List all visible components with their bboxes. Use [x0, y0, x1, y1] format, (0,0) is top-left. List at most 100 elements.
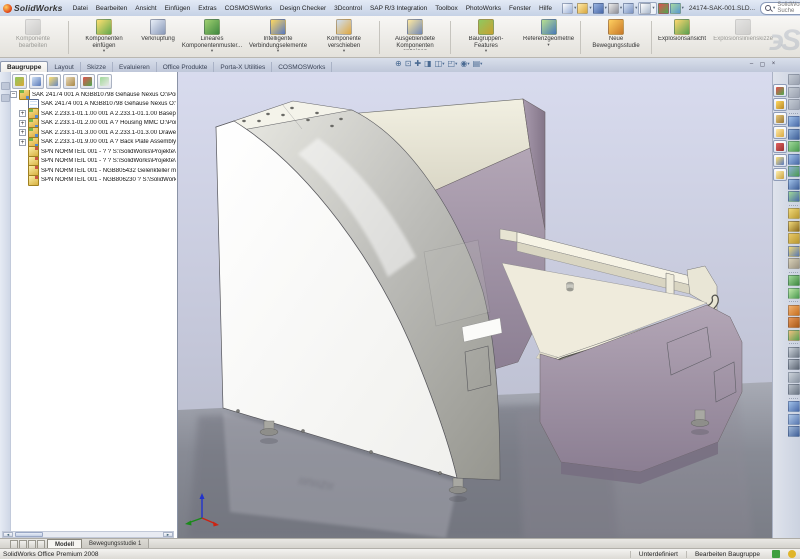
- expand-icon[interactable]: +: [19, 120, 26, 127]
- menu-einf-gen[interactable]: Einfügen: [161, 3, 195, 14]
- cmd-ausgeblendete-komponenten-anzeigen[interactable]: Ausgeblendete Komponenten anzeigen: [382, 18, 448, 51]
- filter-handle-icon[interactable]: [1, 94, 10, 102]
- zoom-fit-icon[interactable]: ⊕: [395, 59, 402, 68]
- chevron-down-icon[interactable]: ▾: [480, 61, 482, 67]
- display-style-icon[interactable]: ◰▾: [448, 59, 458, 68]
- menu-hilfe[interactable]: Hilfe: [535, 3, 556, 14]
- dimxpert-icon[interactable]: [63, 74, 78, 89]
- zoom-area-icon[interactable]: ⊡: [405, 59, 412, 68]
- tool-icon[interactable]: [788, 154, 800, 165]
- cmd-lineares-komponentenmuster-[interactable]: Lineares Komponentenmuster...▾: [179, 18, 245, 54]
- tool-icon[interactable]: [788, 275, 800, 286]
- tree-item[interactable]: SPN NORMTEIL 001 - NGB806230 ? S:\SolidW…: [10, 176, 176, 186]
- rebuild-traffic-light-icon[interactable]: [658, 3, 669, 14]
- tool-icon[interactable]: [788, 246, 800, 257]
- scroll-left-arrow[interactable]: ◄: [3, 532, 13, 537]
- graphics-viewport[interactable]: ıınıızıı: [178, 72, 772, 538]
- chevron-down-icon[interactable]: ▾: [620, 5, 622, 11]
- undo-icon[interactable]: ▾: [623, 3, 637, 14]
- configurationmanager-icon[interactable]: [46, 74, 61, 89]
- rebuild-status-icon[interactable]: [772, 550, 780, 558]
- tool-icon[interactable]: [788, 347, 800, 358]
- open-folder-icon[interactable]: ▾: [577, 3, 591, 14]
- cmd-komponente-verschieben[interactable]: Komponente verschieben▾: [311, 18, 377, 54]
- tool-icon[interactable]: [788, 414, 800, 425]
- chevron-down-icon[interactable]: ▾: [589, 5, 591, 11]
- chevron-down-icon[interactable]: ▾: [574, 5, 576, 11]
- tool-icon[interactable]: [788, 191, 800, 202]
- custom-properties-tab-icon[interactable]: [773, 168, 787, 181]
- chevron-down-icon[interactable]: ▾: [682, 5, 684, 11]
- menu-3dcontrol[interactable]: 3Dcontrol: [330, 3, 366, 14]
- scroll-right-arrow[interactable]: ►: [163, 532, 173, 537]
- search-input[interactable]: ▾ SolidWorks Suche: [760, 2, 800, 15]
- home-icon[interactable]: [788, 74, 800, 85]
- cmd-baugruppen-features[interactable]: Baugruppen-Features▾: [453, 18, 519, 54]
- tool-icon[interactable]: [788, 208, 800, 219]
- displaymanager-icon[interactable]: [97, 74, 112, 89]
- options-grid-icon[interactable]: ▾: [670, 3, 684, 14]
- panel-horizontal-scrollbar[interactable]: ◄ ►: [2, 531, 174, 538]
- tool-icon[interactable]: [788, 116, 800, 127]
- menu-sap-r-3-integration[interactable]: SAP R/3 Integration: [366, 3, 431, 14]
- cmd-komponenten-einfügen[interactable]: Komponenten einfügen▾: [71, 18, 137, 54]
- tool-icon[interactable]: [788, 317, 800, 328]
- rollback-handle-icon[interactable]: [1, 82, 10, 90]
- toolbox-icon[interactable]: [80, 74, 95, 89]
- menu-toolbox[interactable]: Toolbox: [431, 3, 461, 14]
- tool-icon[interactable]: [788, 384, 800, 395]
- chevron-down-icon[interactable]: ▾: [211, 49, 213, 53]
- tool-icon[interactable]: [788, 258, 800, 269]
- select-cursor-icon[interactable]: ▾: [638, 2, 656, 15]
- menu-datei[interactable]: Datei: [69, 3, 92, 14]
- tool-icon[interactable]: [788, 221, 800, 232]
- tool-icon[interactable]: [788, 233, 800, 244]
- tool-icon[interactable]: [788, 359, 800, 370]
- section-view-icon[interactable]: ◨: [424, 59, 432, 68]
- chevron-down-icon[interactable]: ▾: [277, 49, 279, 53]
- tab-skizze[interactable]: Skizze: [81, 62, 113, 72]
- tool-icon[interactable]: [788, 330, 800, 341]
- menu-photoworks[interactable]: PhotoWorks: [462, 3, 505, 14]
- chevron-down-icon[interactable]: ▾: [605, 5, 607, 11]
- cmd-explosionsansicht[interactable]: Explosionsansicht: [654, 18, 710, 44]
- tab-cosmosworks[interactable]: COSMOSWorks: [272, 62, 332, 72]
- toolbox-tab-icon[interactable]: [773, 84, 787, 97]
- menu-ansicht[interactable]: Ansicht: [131, 3, 160, 14]
- tab-layout[interactable]: Layout: [48, 62, 81, 72]
- expand-icon[interactable]: +: [19, 110, 26, 117]
- chevron-down-icon[interactable]: ▾: [442, 61, 444, 67]
- menu-extras[interactable]: Extras: [194, 3, 220, 14]
- tool-icon[interactable]: [788, 166, 800, 177]
- menu-cosmosworks[interactable]: COSMOSWorks: [221, 3, 276, 14]
- save-icon[interactable]: ▾: [593, 3, 607, 14]
- view-orientation-icon[interactable]: ◫▾: [435, 59, 445, 68]
- chevron-down-icon[interactable]: ▾: [547, 43, 549, 47]
- tool-icon[interactable]: [788, 426, 800, 437]
- chevron-down-icon[interactable]: ▾: [773, 5, 775, 11]
- doc-minimize-button[interactable]: –: [747, 60, 756, 68]
- chevron-down-icon[interactable]: ▾: [103, 49, 105, 53]
- tool-icon[interactable]: [788, 288, 800, 299]
- expand-icon[interactable]: +: [19, 129, 26, 136]
- tool-icon[interactable]: [788, 305, 800, 316]
- doc-restore-button[interactable]: ▢: [758, 60, 767, 68]
- collapse-icon[interactable]: −: [10, 91, 17, 98]
- tab-porta-x-utilities[interactable]: Porta-X Utilities: [214, 62, 272, 72]
- menu-fenster[interactable]: Fenster: [505, 3, 535, 14]
- design-library-tab-icon[interactable]: [773, 98, 787, 111]
- grid-icon[interactable]: [788, 99, 800, 110]
- file-explorer-tab-icon[interactable]: [773, 112, 787, 125]
- expand-icon[interactable]: +: [19, 139, 26, 146]
- menu-bearbeiten[interactable]: Bearbeiten: [92, 3, 131, 14]
- cmd-neue-bewegungsstudie[interactable]: Neue Bewegungsstudie: [583, 18, 649, 50]
- tool-icon[interactable]: [788, 401, 800, 412]
- new-document-icon[interactable]: ▾: [562, 3, 576, 14]
- chevron-down-icon[interactable]: ▾: [485, 49, 487, 53]
- chevron-down-icon[interactable]: ▾: [455, 61, 457, 67]
- tool-icon[interactable]: [788, 372, 800, 383]
- view-palette-tab-icon[interactable]: [773, 140, 787, 153]
- scene-icon[interactable]: ▤▾: [473, 59, 483, 68]
- chevron-down-icon[interactable]: ▾: [343, 49, 345, 53]
- cmd-referenzgeometrie[interactable]: Referenzgeometrie▾: [519, 18, 578, 48]
